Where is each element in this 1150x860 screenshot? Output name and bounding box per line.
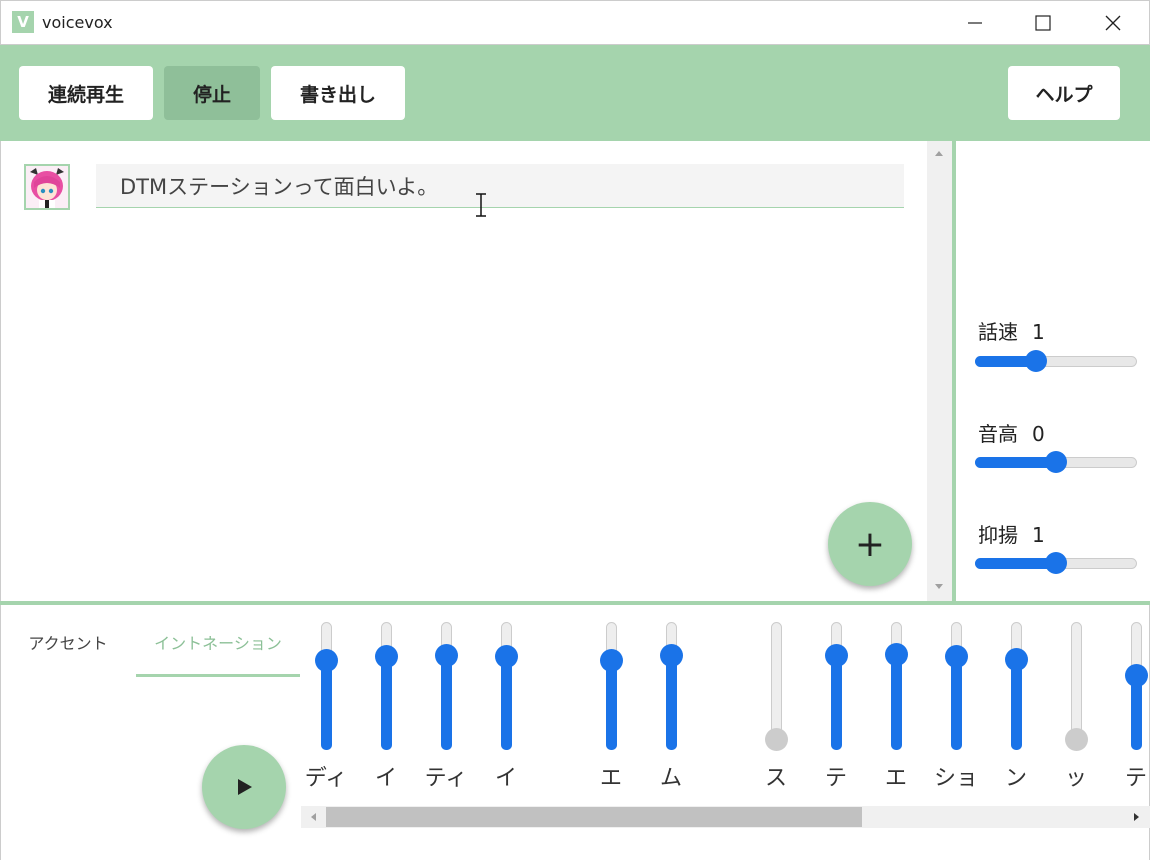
tab-intonation[interactable]: イントネーション bbox=[136, 618, 300, 677]
mora-pitch-fill bbox=[831, 655, 842, 750]
scroll-down-icon[interactable] bbox=[934, 583, 944, 591]
window-title: voicevox bbox=[42, 13, 113, 32]
mora-pitch-thumb[interactable] bbox=[944, 644, 968, 668]
text-cursor-icon bbox=[476, 193, 486, 217]
mora-pitch-fill bbox=[321, 660, 332, 750]
mora-label: ティ bbox=[424, 766, 468, 791]
mora-pitch-fill bbox=[891, 654, 902, 750]
mora-pitch-fill bbox=[606, 660, 617, 750]
mora-pitch-thumb[interactable] bbox=[824, 643, 848, 667]
pane-divider[interactable] bbox=[952, 141, 956, 601]
mora-pitch-thumb[interactable] bbox=[1124, 663, 1148, 687]
mora-label: エ bbox=[884, 766, 908, 791]
stop-button[interactable]: 停止 bbox=[164, 66, 260, 120]
mora-pitch-thumb[interactable] bbox=[1064, 727, 1088, 751]
character-portrait-icon bbox=[26, 166, 68, 208]
mora-pitch-thumb[interactable] bbox=[1004, 648, 1028, 671]
mora-label: テ bbox=[1124, 766, 1148, 791]
mora-pitch-fill bbox=[1011, 659, 1022, 750]
minimize-button[interactable] bbox=[940, 0, 1010, 45]
pitch-slider-thumb[interactable] bbox=[1045, 451, 1067, 473]
speed-label: 話速 1 bbox=[978, 320, 1045, 344]
intonation-scale-slider-thumb[interactable] bbox=[1045, 552, 1067, 574]
mora-pitch-fill bbox=[666, 655, 677, 750]
character-avatar[interactable] bbox=[24, 164, 70, 210]
export-button[interactable]: 書き出し bbox=[271, 66, 405, 120]
mora-label: エ bbox=[599, 766, 623, 791]
intonation-scale-slider-fill bbox=[975, 558, 1056, 569]
play-button[interactable] bbox=[202, 745, 286, 829]
play-all-button[interactable]: 連続再生 bbox=[19, 66, 153, 120]
mora-pitch-thumb[interactable] bbox=[314, 649, 338, 673]
toolbar: 連続再生 停止 書き出し ヘルプ bbox=[0, 45, 1150, 141]
speed-slider-thumb[interactable] bbox=[1025, 350, 1048, 372]
close-icon bbox=[1105, 15, 1121, 30]
vertical-scrollbar[interactable] bbox=[927, 141, 952, 601]
mora-label: イ bbox=[494, 766, 518, 791]
mora-label: イ bbox=[374, 766, 398, 791]
mora-pitch-fill bbox=[951, 656, 962, 750]
mora-pitch-thumb[interactable] bbox=[494, 644, 518, 668]
mora-pitch-thumb[interactable] bbox=[374, 644, 398, 668]
mora-pitch-thumb[interactable] bbox=[764, 727, 788, 751]
mora-label: ス bbox=[764, 766, 788, 791]
horizontal-scroll-thumb[interactable] bbox=[326, 807, 862, 827]
mora-pitch-fill bbox=[441, 655, 452, 750]
mora-label: ショ bbox=[933, 766, 979, 791]
mora-label: ム bbox=[659, 766, 683, 791]
scroll-left-icon[interactable] bbox=[309, 812, 317, 822]
app-logo-icon: V bbox=[12, 11, 34, 33]
pitch-slider-fill bbox=[975, 457, 1056, 468]
mora-pitch-thumb[interactable] bbox=[599, 649, 623, 673]
minimize-icon bbox=[968, 21, 982, 24]
intonation-scale-label: 抑揚 1 bbox=[978, 523, 1045, 547]
maximize-icon bbox=[1035, 14, 1051, 31]
mora-pitch-fill bbox=[381, 656, 392, 750]
help-button[interactable]: ヘルプ bbox=[1008, 66, 1120, 120]
tab-accent[interactable]: アクセント bbox=[0, 618, 136, 668]
serif-text-input[interactable] bbox=[96, 164, 904, 208]
maximize-button[interactable] bbox=[1008, 0, 1078, 45]
mora-pitch-thumb[interactable] bbox=[884, 642, 908, 666]
mora-label: テ bbox=[824, 766, 848, 791]
mora-slider-area: ディイティイエムステエションッテ bbox=[301, 610, 1150, 800]
audio-cell-list bbox=[0, 141, 927, 601]
mora-label: ディ bbox=[304, 766, 348, 791]
mora-label: ッ bbox=[1064, 766, 1088, 791]
scroll-up-icon[interactable] bbox=[934, 149, 944, 157]
add-cell-button[interactable]: + bbox=[828, 502, 912, 586]
mora-pitch-fill bbox=[501, 656, 512, 750]
play-icon bbox=[238, 779, 252, 795]
close-button[interactable] bbox=[1078, 0, 1148, 45]
mora-pitch-thumb[interactable] bbox=[434, 643, 458, 667]
mora-pitch-thumb[interactable] bbox=[659, 643, 683, 667]
pitch-label: 音高 0 bbox=[978, 422, 1045, 446]
mora-label: ン bbox=[1004, 766, 1028, 791]
scroll-right-icon[interactable] bbox=[1133, 812, 1141, 822]
